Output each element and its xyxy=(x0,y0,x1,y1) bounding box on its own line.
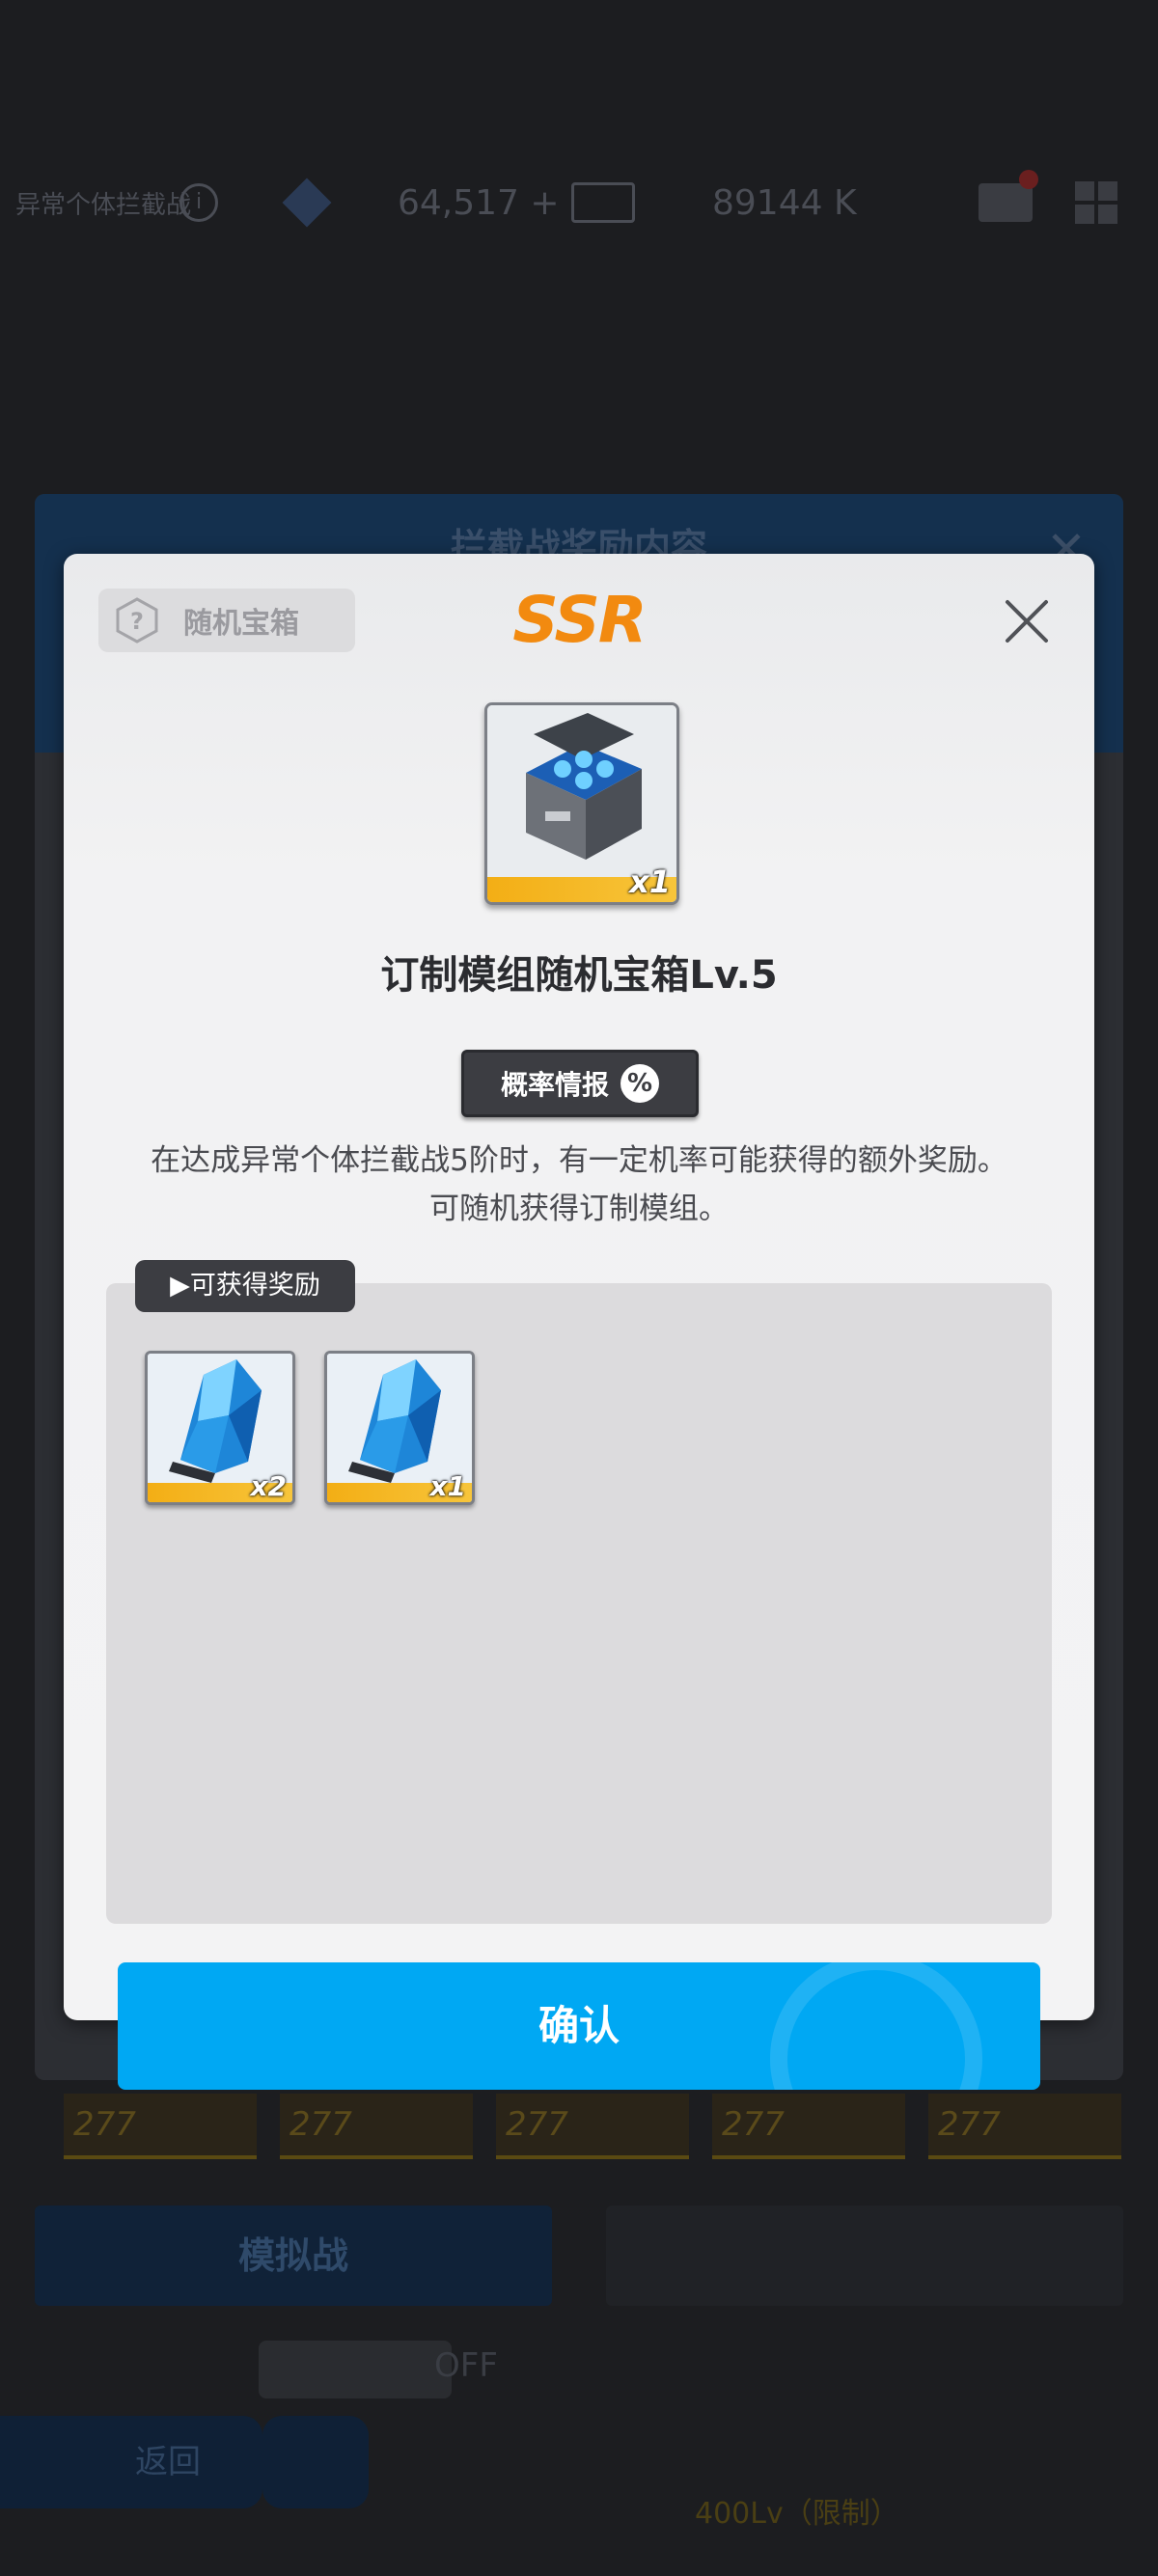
mail-icon xyxy=(979,183,1033,222)
item-description: 在达成异常个体拦截战5阶时，有一定机率可能获得的额外奖励。 可随机获得订制模组。 xyxy=(102,1137,1056,1233)
blue-crystal-icon xyxy=(148,1354,292,1483)
rarity-badge: SSR xyxy=(512,583,648,657)
item-icon-frame: x1 xyxy=(484,702,679,905)
level-limit-label: 400Lv（限制） xyxy=(695,2497,899,2531)
close-icon[interactable] xyxy=(998,592,1056,650)
percent-icon: % xyxy=(620,1064,659,1103)
description-line: 在达成异常个体拦截战5阶时，有一定机率可能获得的额外奖励。 xyxy=(151,1143,1007,1178)
home-button xyxy=(262,2416,369,2508)
probability-info-button[interactable]: 概率情报 % xyxy=(461,1050,699,1117)
character-card: 277 xyxy=(64,2094,257,2159)
item-name: 订制模组随机宝箱Lv.5 xyxy=(380,953,778,998)
confirm-button[interactable]: 确认 xyxy=(118,1962,1040,2090)
confirm-label: 确认 xyxy=(538,2002,620,2049)
top-bar: 异常个体拦截战 i 64,517 + 89144 K xyxy=(0,154,1158,251)
menu-grid-icon xyxy=(1075,181,1117,224)
reward-quantity: x2 xyxy=(250,1470,287,1502)
blue-crystal-icon xyxy=(327,1354,472,1483)
notification-dot xyxy=(1019,170,1038,189)
description-line: 可随机获得订制模组。 xyxy=(429,1192,729,1226)
item-quantity: x1 xyxy=(629,863,671,900)
toggle-state: OFF xyxy=(434,2346,498,2385)
mode-label: 异常个体拦截战 xyxy=(15,190,192,220)
character-card: 277 xyxy=(496,2094,689,2159)
character-card: 277 xyxy=(712,2094,905,2159)
reward-item[interactable]: x1 xyxy=(324,1351,475,1505)
blue-crate-icon xyxy=(487,705,676,879)
character-card: 277 xyxy=(928,2094,1121,2159)
simulate-battle-button: 模拟战 xyxy=(35,2206,552,2306)
character-row: 277 277 277 277 277 xyxy=(64,2094,1125,2161)
battle-button xyxy=(606,2206,1123,2306)
reward-quantity: x1 xyxy=(429,1470,466,1502)
back-button: 返回 xyxy=(0,2416,262,2508)
credit-count: 89144 K xyxy=(712,182,857,223)
info-icon: i xyxy=(179,183,218,222)
rewards-header: ▶可获得奖励 xyxy=(135,1260,355,1312)
probability-label: 概率情报 xyxy=(500,1069,609,1101)
ticket-icon xyxy=(571,182,635,223)
auto-toggle-row: OFF xyxy=(193,2341,550,2402)
reward-item[interactable]: x2 xyxy=(145,1351,295,1505)
character-card: 277 xyxy=(280,2094,473,2159)
gem-count: 64,517 + xyxy=(398,182,560,223)
item-detail-dialog: ? 随机宝箱 SSR x1 订制模组随机宝箱Lv.5 概率情报 % 在达成异常个… xyxy=(64,554,1094,2020)
auto-toggle xyxy=(259,2341,452,2398)
gem-icon xyxy=(282,178,332,228)
